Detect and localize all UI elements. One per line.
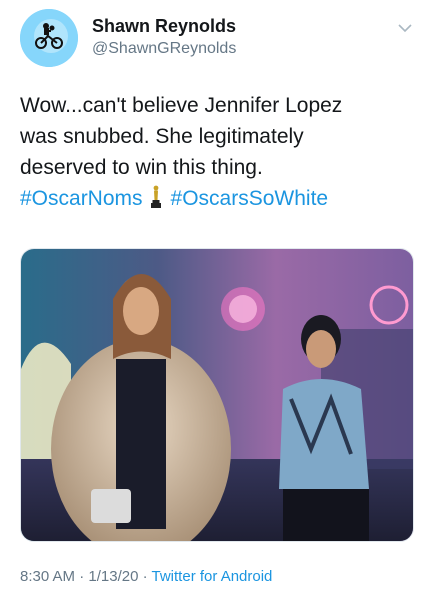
tweet-source-link[interactable]: Twitter for Android xyxy=(152,568,273,585)
separator: · xyxy=(79,568,85,585)
chevron-down-icon[interactable] xyxy=(397,22,413,34)
avatar[interactable] xyxy=(20,9,78,67)
oscar-statue-icon xyxy=(149,185,163,209)
tweet-meta: 8:30 AM · 1/13/20 · Twitter for Android xyxy=(20,568,272,585)
hashtag-oscarnoms[interactable]: #OscarNoms xyxy=(20,187,143,210)
tweet-date[interactable]: 1/13/20 xyxy=(88,568,138,585)
tweet-line: deserved to win this thing. xyxy=(20,156,263,179)
et-bicycle-moon-icon xyxy=(20,9,78,67)
media-image[interactable] xyxy=(20,248,414,542)
tweet-line: was snubbed. She legitimately xyxy=(20,125,304,148)
tweet-line: Wow...can't believe Jennifer Lopez xyxy=(20,94,343,117)
tweet-header: Shawn Reynolds @ShawnGReynolds xyxy=(0,0,432,80)
tweet-text: Wow...can't believe Jennifer Lopez was s… xyxy=(20,90,420,214)
separator: · xyxy=(142,568,148,585)
tweet-time[interactable]: 8:30 AM xyxy=(20,568,75,585)
author-handle[interactable]: @ShawnGReynolds xyxy=(92,40,236,58)
hashtag-line: #OscarNoms #OscarsSoWhite xyxy=(20,183,420,214)
hashtag-oscarssowhite[interactable]: #OscarsSoWhite xyxy=(171,187,329,210)
author-name[interactable]: Shawn Reynolds xyxy=(92,16,236,37)
movie-still-photo xyxy=(21,249,413,541)
